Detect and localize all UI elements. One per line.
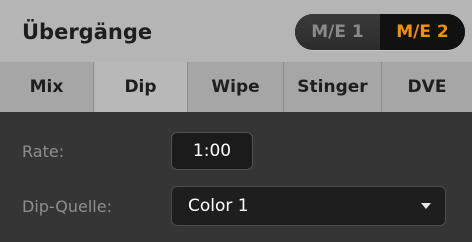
panel-header: Übergänge M/E 1 M/E 2: [0, 0, 472, 62]
transitions-panel: Übergänge M/E 1 M/E 2 Mix Dip Wipe Sting…: [0, 0, 472, 242]
dip-settings: Rate: 1:00 Dip-Quelle: Color 1: [0, 112, 472, 242]
tab-dve[interactable]: DVE: [382, 62, 472, 112]
tab-wipe[interactable]: Wipe: [188, 62, 284, 112]
dip-source-label: Dip-Quelle:: [22, 197, 112, 216]
tab-mix[interactable]: Mix: [0, 62, 94, 112]
transition-type-tabs: Mix Dip Wipe Stinger DVE: [0, 62, 472, 112]
tab-stinger[interactable]: Stinger: [284, 62, 382, 112]
me-toggle: M/E 1 M/E 2: [295, 14, 465, 50]
panel-title: Übergänge: [22, 20, 153, 44]
tab-dip[interactable]: Dip: [94, 62, 188, 112]
chevron-down-icon: [421, 203, 431, 209]
rate-input[interactable]: 1:00: [171, 132, 253, 170]
me1-button[interactable]: M/E 1: [295, 14, 380, 50]
rate-label: Rate:: [22, 142, 65, 161]
me2-button[interactable]: M/E 2: [380, 14, 465, 50]
dip-source-value: Color 1: [188, 196, 249, 216]
dip-source-select[interactable]: Color 1: [171, 186, 446, 226]
